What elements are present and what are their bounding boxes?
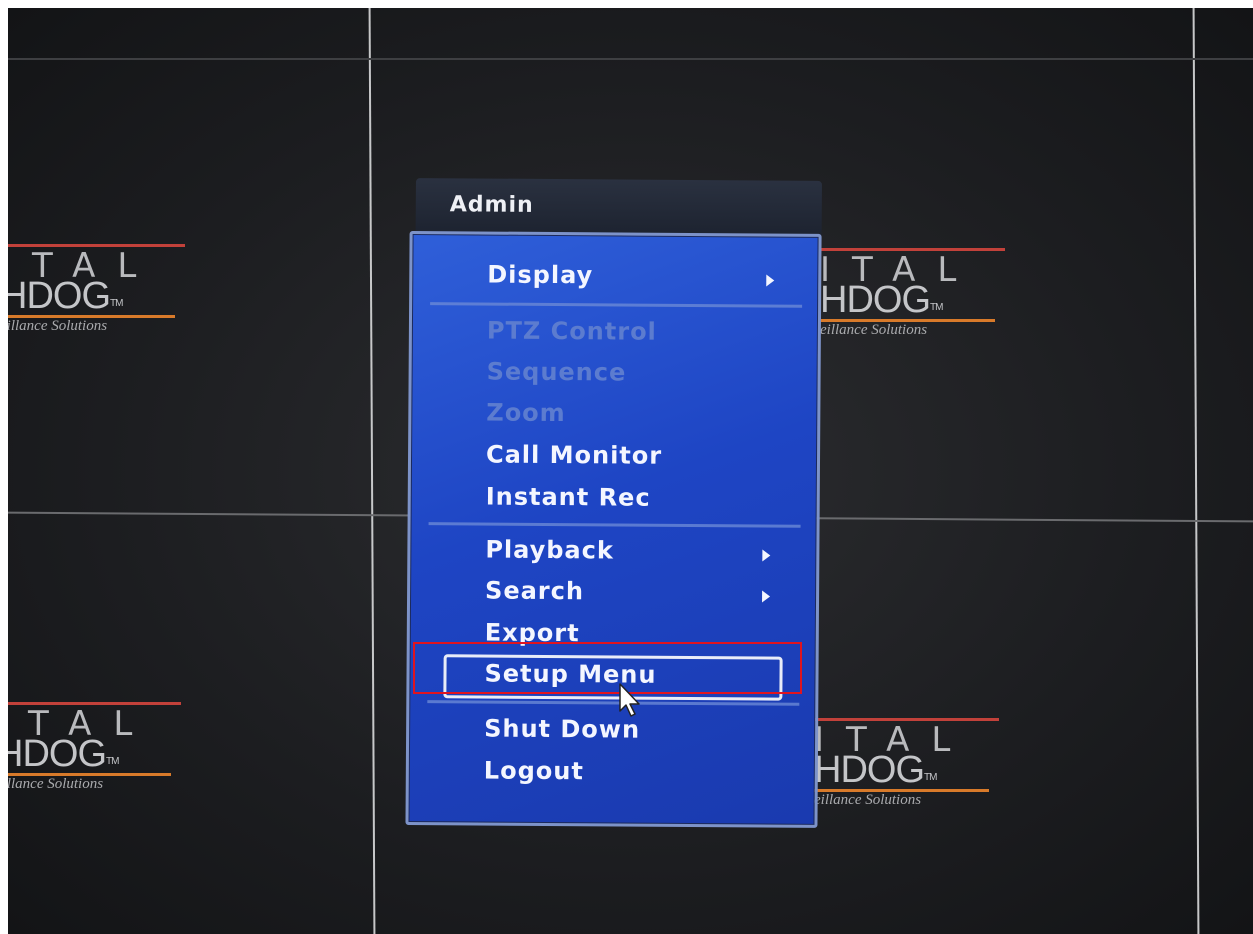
logo-tagline: eillance Solutions bbox=[814, 792, 922, 808]
camera-tile-logo: ITAL HDOGTM eillance Solutions bbox=[8, 244, 210, 344]
submenu-arrow-icon bbox=[762, 590, 771, 603]
menu-item-call-monitor[interactable]: Call Monitor bbox=[486, 441, 662, 470]
menu-separator bbox=[430, 302, 803, 308]
menu-separator bbox=[427, 700, 800, 706]
logo-brand-text: HDOG bbox=[8, 275, 111, 317]
logo-tagline: eillance Solutions bbox=[820, 322, 928, 338]
menu-separator bbox=[428, 522, 801, 528]
logo-tagline: eillance Solutions bbox=[8, 318, 108, 334]
menu-item-sequence: Sequence bbox=[486, 357, 627, 387]
grid-divider-horizontal bbox=[8, 58, 1253, 60]
logo-trademark: TM bbox=[924, 772, 937, 783]
menu-item-shut-down[interactable]: Shut Down bbox=[484, 715, 640, 744]
logo-trademark: TM bbox=[106, 756, 119, 767]
menu-item-zoom: Zoom bbox=[486, 398, 566, 428]
logo-tagline: eillance Solutions bbox=[8, 776, 104, 792]
menu-item-logout[interactable]: Logout bbox=[484, 757, 584, 786]
menu-item-display[interactable]: Display bbox=[487, 261, 593, 290]
mouse-cursor-icon bbox=[619, 683, 640, 717]
menu-item-search[interactable]: Search bbox=[485, 577, 584, 606]
grid-divider-vertical bbox=[1192, 8, 1200, 934]
submenu-arrow-icon bbox=[762, 549, 771, 562]
logo-brand-text: HDOG bbox=[814, 749, 925, 791]
menu-body: Display PTZ Control Sequence Zoom Call M… bbox=[405, 230, 822, 828]
logo-trademark: TM bbox=[110, 298, 123, 309]
menu-title: Admin bbox=[449, 192, 534, 218]
logo-trademark: TM bbox=[930, 302, 943, 313]
camera-tile-logo: ITAL HDOGTM eillance Solutions bbox=[820, 248, 1030, 348]
camera-tile-logo: ITAL HDOGTM eillance Solutions bbox=[814, 718, 1024, 818]
menu-item-ptz-control: PTZ Control bbox=[486, 316, 657, 346]
highlight-annotation-box bbox=[413, 642, 802, 694]
logo-brand-text: HDOG bbox=[820, 279, 931, 321]
grid-divider-vertical bbox=[368, 8, 376, 934]
menu-header: Admin bbox=[415, 178, 822, 236]
submenu-arrow-icon bbox=[766, 274, 775, 287]
admin-context-menu: Admin Display PTZ Control Sequence Zoom … bbox=[405, 175, 822, 828]
menu-item-playback[interactable]: Playback bbox=[485, 536, 614, 565]
logo-brand-text: HDOG bbox=[8, 733, 107, 775]
screen: ITAL HDOGTM eillance Solutions ITAL HDOG… bbox=[0, 0, 1253, 934]
camera-tile-logo: ITAL HDOGTM eillance Solutions bbox=[8, 702, 206, 802]
menu-item-instant-rec[interactable]: Instant Rec bbox=[486, 483, 651, 512]
